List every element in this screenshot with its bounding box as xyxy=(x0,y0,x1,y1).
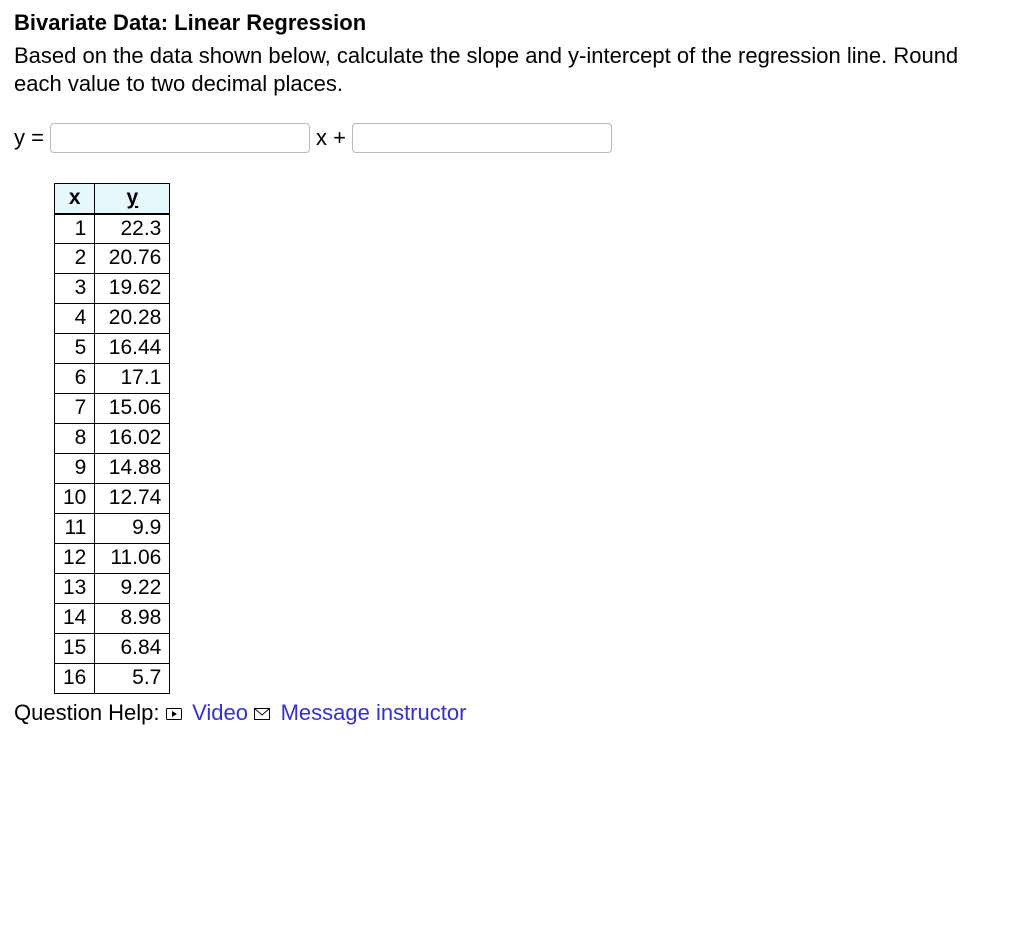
table-row: 914.88 xyxy=(55,454,170,484)
cell-x: 5 xyxy=(55,334,95,364)
table-row: 420.28 xyxy=(55,304,170,334)
cell-y: 22.3 xyxy=(95,214,170,244)
table-row: 119.9 xyxy=(55,514,170,544)
data-table: x y 122.3220.76319.62420.28516.44617.171… xyxy=(54,183,170,694)
col-header-y: y xyxy=(95,184,170,214)
cell-x: 2 xyxy=(55,244,95,274)
question-help-row: Question Help: Video Message instructor xyxy=(14,700,1010,726)
cell-y: 8.98 xyxy=(95,604,170,634)
cell-x: 6 xyxy=(55,364,95,394)
table-row: 156.84 xyxy=(55,634,170,664)
cell-x: 14 xyxy=(55,604,95,634)
cell-y: 11.06 xyxy=(95,544,170,574)
table-row: 148.98 xyxy=(55,604,170,634)
table-row: 122.3 xyxy=(55,214,170,244)
cell-y: 9.9 xyxy=(95,514,170,544)
cell-y: 19.62 xyxy=(95,274,170,304)
table-row: 715.06 xyxy=(55,394,170,424)
question-title: Bivariate Data: Linear Regression xyxy=(14,10,1010,36)
message-instructor-link[interactable]: Message instructor xyxy=(281,700,467,725)
equation-row: y = x + xyxy=(14,123,1010,153)
cell-y: 14.88 xyxy=(95,454,170,484)
table-row: 816.02 xyxy=(55,424,170,454)
cell-y: 17.1 xyxy=(95,364,170,394)
cell-y: 15.06 xyxy=(95,394,170,424)
cell-y: 20.28 xyxy=(95,304,170,334)
cell-x: 9 xyxy=(55,454,95,484)
video-icon xyxy=(166,706,186,723)
cell-y: 12.74 xyxy=(95,484,170,514)
cell-y: 16.44 xyxy=(95,334,170,364)
cell-x: 11 xyxy=(55,514,95,544)
equation-prefix: y = xyxy=(14,125,44,151)
cell-y: 16.02 xyxy=(95,424,170,454)
table-row: 1211.06 xyxy=(55,544,170,574)
question-instructions: Based on the data shown below, calculate… xyxy=(14,42,1010,97)
cell-x: 15 xyxy=(55,634,95,664)
table-row: 1012.74 xyxy=(55,484,170,514)
cell-y: 5.7 xyxy=(95,664,170,694)
cell-x: 16 xyxy=(55,664,95,694)
cell-x: 13 xyxy=(55,574,95,604)
cell-y: 6.84 xyxy=(95,634,170,664)
mail-icon xyxy=(254,706,274,723)
slope-input[interactable] xyxy=(50,123,310,153)
equation-mid: x + xyxy=(316,125,346,151)
table-row: 617.1 xyxy=(55,364,170,394)
cell-x: 8 xyxy=(55,424,95,454)
table-row: 220.76 xyxy=(55,244,170,274)
table-row: 139.22 xyxy=(55,574,170,604)
cell-y: 20.76 xyxy=(95,244,170,274)
cell-y: 9.22 xyxy=(95,574,170,604)
intercept-input[interactable] xyxy=(352,123,612,153)
table-row: 319.62 xyxy=(55,274,170,304)
question-help-label: Question Help: xyxy=(14,700,160,725)
table-row: 165.7 xyxy=(55,664,170,694)
cell-x: 7 xyxy=(55,394,95,424)
col-header-x: x xyxy=(55,184,95,214)
video-help-link[interactable]: Video xyxy=(192,700,248,725)
cell-x: 10 xyxy=(55,484,95,514)
table-row: 516.44 xyxy=(55,334,170,364)
cell-x: 3 xyxy=(55,274,95,304)
cell-x: 1 xyxy=(55,214,95,244)
cell-x: 12 xyxy=(55,544,95,574)
cell-x: 4 xyxy=(55,304,95,334)
